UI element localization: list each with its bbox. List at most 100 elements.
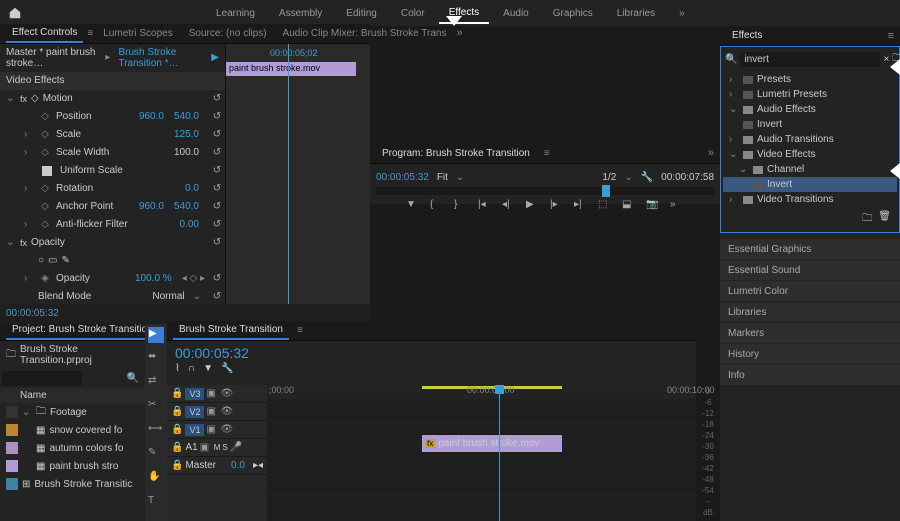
eye-icon[interactable]: 👁 bbox=[220, 424, 232, 435]
mark-out-icon[interactable]: } bbox=[454, 199, 468, 213]
delete-icon[interactable]: 🗑 bbox=[878, 211, 891, 228]
twirl-icon[interactable]: › bbox=[24, 183, 34, 194]
label-swatch[interactable] bbox=[6, 460, 18, 472]
timeline-ruler[interactable]: ;00:00 00:00:05:00 00:00:10:00 bbox=[267, 385, 696, 399]
mute-icon[interactable]: ▣ bbox=[200, 442, 212, 453]
timeline-timecode[interactable]: 00:00:05:32 bbox=[175, 345, 688, 361]
label-swatch[interactable] bbox=[6, 424, 18, 436]
export-frame-icon[interactable]: 📷 bbox=[646, 199, 660, 213]
stopwatch-icon[interactable]: ◇ bbox=[38, 183, 52, 194]
slip-tool-icon[interactable]: ⟷ bbox=[148, 423, 164, 439]
antiflicker-value[interactable]: 0.00 bbox=[180, 219, 199, 230]
position-x[interactable]: 960.0 bbox=[139, 111, 164, 122]
ws-color[interactable]: Color bbox=[391, 4, 435, 23]
panel-essential-graphics[interactable]: Essential Graphics bbox=[720, 239, 900, 259]
ec-current-timecode[interactable]: 00:00:05:32 bbox=[6, 308, 59, 319]
panel-essential-sound[interactable]: Essential Sound bbox=[720, 260, 900, 280]
twirl-icon[interactable]: ⌄ bbox=[739, 164, 749, 175]
stopwatch-icon[interactable]: ◇ bbox=[38, 129, 52, 140]
home-icon[interactable] bbox=[8, 6, 22, 20]
tab-source[interactable]: Source: (no clips) bbox=[183, 25, 273, 42]
panel-menu-icon[interactable]: ≡ bbox=[888, 30, 894, 42]
motion-effect[interactable]: Motion bbox=[43, 93, 205, 104]
project-search-input[interactable] bbox=[2, 371, 82, 386]
twirl-icon[interactable]: › bbox=[729, 89, 739, 100]
zoom-dropdown[interactable]: Fit bbox=[437, 172, 448, 183]
eye-icon[interactable]: 👁 bbox=[220, 388, 232, 399]
blend-mode-value[interactable]: Normal bbox=[152, 291, 184, 302]
anchor-point-param[interactable]: Anchor Point bbox=[56, 201, 135, 212]
lock-icon[interactable]: 🔒 bbox=[171, 406, 183, 417]
reset-icon[interactable]: ↺ bbox=[209, 291, 225, 302]
track-lane-v2[interactable] bbox=[267, 417, 696, 435]
track-lane-master[interactable] bbox=[267, 471, 696, 489]
effect-invert-video[interactable]: Invert bbox=[767, 179, 792, 190]
lock-icon[interactable]: 🔒 bbox=[171, 460, 183, 471]
razor-tool-icon[interactable]: ✂ bbox=[148, 399, 164, 415]
ws-overflow[interactable]: » bbox=[669, 4, 695, 23]
reset-icon[interactable]: ↺ bbox=[209, 165, 225, 176]
reset-icon[interactable]: ↺ bbox=[209, 201, 225, 212]
ws-graphics[interactable]: Graphics bbox=[543, 4, 603, 23]
linked-sel-icon[interactable]: ∩ bbox=[188, 363, 195, 374]
effects-video-transitions[interactable]: Video Transitions bbox=[757, 194, 834, 205]
lock-icon[interactable]: 🔒 bbox=[171, 424, 183, 435]
position-y[interactable]: 540.0 bbox=[174, 111, 199, 122]
ripple-tool-icon[interactable]: ⇄ bbox=[148, 375, 164, 391]
track-lane-v3[interactable] bbox=[267, 399, 696, 417]
mask-pen-icon[interactable]: ✎ bbox=[62, 255, 70, 266]
reset-icon[interactable]: ↺ bbox=[209, 183, 225, 194]
uniform-scale-checkbox[interactable] bbox=[42, 166, 52, 176]
go-to-in-icon[interactable]: |◂ bbox=[478, 199, 492, 213]
track-master[interactable]: Master bbox=[185, 460, 216, 471]
stopwatch-icon[interactable]: ◇ bbox=[38, 219, 52, 230]
twirl-icon[interactable]: › bbox=[24, 273, 34, 284]
stopwatch-icon[interactable]: ◈ bbox=[38, 273, 52, 284]
mark-in-icon[interactable]: { bbox=[430, 199, 444, 213]
effects-channel-folder[interactable]: Channel bbox=[767, 164, 804, 175]
effects-presets[interactable]: Presets bbox=[757, 74, 791, 85]
mask-ellipse-icon[interactable]: ○ bbox=[38, 255, 44, 266]
ws-libraries[interactable]: Libraries bbox=[607, 4, 665, 23]
reset-icon[interactable]: ↺ bbox=[209, 93, 225, 104]
panel-lumetri-color[interactable]: Lumetri Color bbox=[720, 281, 900, 301]
stopwatch-icon[interactable]: ◇ bbox=[38, 111, 52, 122]
label-swatch[interactable] bbox=[6, 478, 18, 490]
panel-menu-icon[interactable]: » bbox=[457, 27, 463, 39]
step-back-icon[interactable]: ◂| bbox=[502, 199, 516, 213]
reset-icon[interactable]: ↺ bbox=[209, 111, 225, 122]
blend-mode-param[interactable]: Blend Mode bbox=[38, 291, 148, 302]
search-icon[interactable]: 🔍 bbox=[127, 373, 139, 384]
track-lane-a1[interactable] bbox=[267, 453, 696, 471]
reset-icon[interactable]: ↺ bbox=[209, 219, 225, 230]
label-swatch[interactable] bbox=[6, 406, 18, 418]
reset-icon[interactable]: ↺ bbox=[209, 237, 225, 248]
twirl-icon[interactable]: › bbox=[729, 194, 739, 205]
rotation-value[interactable]: 0.0 bbox=[185, 183, 199, 194]
project-item[interactable]: autumn colors fo bbox=[49, 443, 123, 454]
lock-icon[interactable]: 🔒 bbox=[171, 388, 183, 399]
project-item[interactable]: paint brush stro bbox=[49, 461, 118, 472]
effects-audio-transitions[interactable]: Audio Transitions bbox=[757, 134, 834, 145]
wrench-icon[interactable]: 🔧 bbox=[641, 172, 653, 183]
eye-icon[interactable]: 👁 bbox=[220, 406, 232, 417]
scale-value[interactable]: 125.0 bbox=[174, 129, 199, 140]
track-select-tool-icon[interactable]: ⬌ bbox=[148, 351, 164, 367]
toggle-output-icon[interactable]: ▣ bbox=[206, 424, 218, 435]
timeline-playhead[interactable] bbox=[499, 385, 500, 521]
anchor-x[interactable]: 960.0 bbox=[139, 201, 164, 212]
ws-learning[interactable]: Learning bbox=[206, 4, 265, 23]
new-bin-icon[interactable]: 🗀 bbox=[862, 211, 872, 228]
twirl-icon[interactable]: ⌄ bbox=[6, 237, 16, 248]
track-v3[interactable]: V3 bbox=[185, 388, 204, 400]
track-lane-v1[interactable]: fxpaint brush stroke.mov bbox=[267, 435, 696, 453]
twirl-icon[interactable]: › bbox=[24, 129, 34, 140]
step-fwd-icon[interactable]: |▸ bbox=[550, 199, 564, 213]
resolution-dropdown[interactable]: 1/2 bbox=[602, 172, 616, 183]
ws-editing[interactable]: Editing bbox=[336, 4, 387, 23]
pen-tool-icon[interactable]: ✎ bbox=[148, 447, 164, 463]
extract-icon[interactable]: ⬓ bbox=[622, 199, 636, 213]
marker-icon[interactable]: ▼ bbox=[203, 363, 213, 374]
snap-icon[interactable]: ⌇ bbox=[175, 363, 180, 374]
tab-lumetri-scopes[interactable]: Lumetri Scopes bbox=[97, 25, 178, 42]
